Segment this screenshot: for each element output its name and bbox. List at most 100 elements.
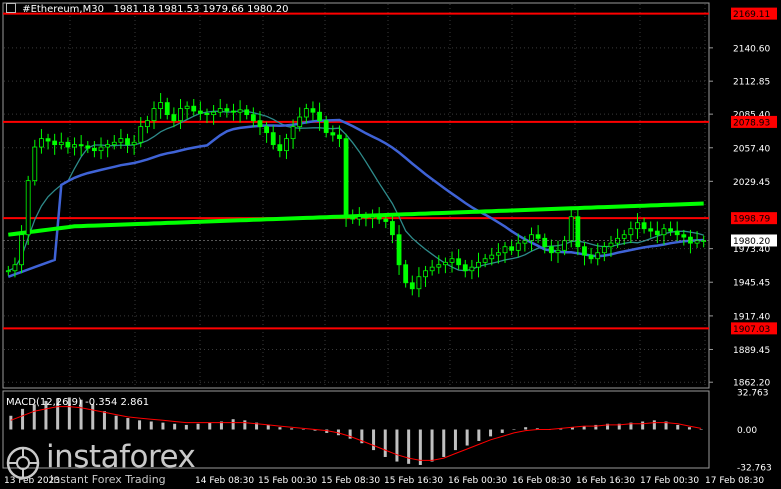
time-tick-5: 16 Feb 00:30 — [448, 476, 507, 486]
candle-body — [548, 246, 554, 254]
macd-tick-0: 32.763 — [737, 389, 769, 399]
macd-bar — [465, 429, 469, 446]
candle-body — [370, 216, 375, 219]
candle-body — [621, 234, 627, 239]
macd-bar — [453, 429, 457, 451]
candle-body — [390, 221, 395, 236]
time-tick-2: 15 Feb 00:30 — [258, 476, 317, 486]
candle-body — [343, 138, 349, 218]
brand-tagline: Instant Forex Trading — [50, 473, 166, 486]
candle-body — [562, 240, 568, 251]
time-tick-4: 15 Feb 16:30 — [384, 476, 443, 486]
candle-body — [5, 270, 11, 273]
candle-body — [191, 105, 197, 112]
candle-body — [476, 261, 481, 268]
candle-body — [45, 138, 51, 142]
candle-body — [197, 110, 203, 114]
candle-body — [449, 258, 455, 263]
candle-body — [482, 258, 488, 263]
grid — [4, 4, 708, 387]
candle-body — [78, 144, 84, 147]
macd-bar — [699, 429, 703, 430]
candle-body — [12, 264, 18, 272]
candle-body — [469, 266, 475, 272]
ma-fast-line — [8, 110, 704, 272]
trading-chart[interactable]: 2140.602112.852085.402057.402029.451973.… — [0, 0, 781, 489]
macd-axis: 32.763 0.00 -32.763 — [737, 389, 772, 474]
candle-body — [350, 216, 356, 220]
level-tag-label-2: 1998.79 — [733, 215, 770, 225]
macd-bar — [184, 424, 188, 430]
macd-bar — [512, 429, 516, 430]
macd-bar — [477, 429, 481, 441]
level-tag-label-0: 2169.11 — [733, 10, 770, 20]
candle-body — [337, 134, 342, 140]
time-tick-6: 16 Feb 08:30 — [512, 476, 571, 486]
candle-body — [462, 264, 468, 272]
candle-body — [423, 270, 428, 278]
candle-body — [303, 108, 309, 118]
macd-label: MACD(12,26,9) -0.354 2.861 — [6, 397, 150, 408]
candle-body — [416, 276, 422, 290]
price-tick-9: 1862.20 — [733, 379, 770, 389]
time-tick-7: 16 Feb 16:30 — [576, 476, 635, 486]
candle-body — [204, 113, 210, 116]
macd-bar — [243, 420, 247, 430]
candle-body — [317, 111, 322, 122]
candle-body — [171, 114, 177, 122]
price-pane-frame — [2, 2, 710, 389]
macd-bar — [126, 418, 130, 430]
candle-body — [674, 230, 680, 236]
macd-bar — [231, 419, 235, 430]
candle-body — [628, 228, 634, 236]
candle-body — [224, 108, 230, 112]
macd-bar — [196, 423, 200, 430]
candle-body — [118, 138, 124, 143]
current-price-label: 1980.20 — [733, 237, 770, 247]
time-tick-9: 17 Feb 08:30 — [705, 476, 764, 486]
macd-bar — [149, 421, 153, 430]
candle-body — [356, 216, 362, 220]
candle-body — [284, 138, 289, 152]
candle-body — [131, 141, 137, 146]
horizontal-levels[interactable] — [3, 12, 709, 330]
candle-body — [648, 228, 654, 232]
macd-bar — [290, 428, 294, 430]
candle-body — [264, 126, 269, 134]
macd-bar — [278, 427, 282, 430]
candle-body — [277, 144, 283, 152]
candle-body — [158, 102, 164, 110]
macd-bar — [372, 429, 376, 451]
candle-body — [19, 234, 24, 266]
macd-bar — [500, 429, 504, 433]
macd-bar — [114, 415, 118, 430]
candle-body — [588, 254, 594, 260]
watermark-logo: instaforex Instant Forex Trading — [6, 439, 206, 486]
candle-body — [582, 246, 587, 256]
candle-body — [92, 147, 97, 152]
macd-bar — [442, 429, 446, 457]
macd-bar — [102, 411, 106, 430]
macd-bar — [21, 408, 25, 430]
candle-body — [85, 145, 91, 149]
macd-bar — [138, 420, 142, 430]
candle-body — [363, 216, 369, 219]
time-tick-8: 17 Feb 00:30 — [640, 476, 699, 486]
candle-body — [25, 180, 31, 236]
macd-bar — [9, 415, 13, 430]
candle-body — [211, 111, 217, 116]
brand-name: instaforex — [46, 439, 196, 475]
candle-body — [681, 234, 687, 238]
chart-window-icon — [6, 3, 16, 13]
candle-body — [661, 228, 667, 236]
macd-bar — [489, 429, 493, 437]
candle-body — [509, 246, 515, 251]
candle-body — [575, 216, 581, 248]
level-tag-label-1: 2078.93 — [733, 118, 770, 128]
candle-body — [595, 252, 601, 260]
candle-body — [297, 116, 303, 128]
macd-bar — [641, 421, 645, 430]
macd-tick-2: -32.763 — [737, 464, 772, 474]
ohlc-values: 1981.18 1981.53 1979.66 1980.20 — [113, 4, 289, 15]
candle-body — [568, 216, 574, 242]
